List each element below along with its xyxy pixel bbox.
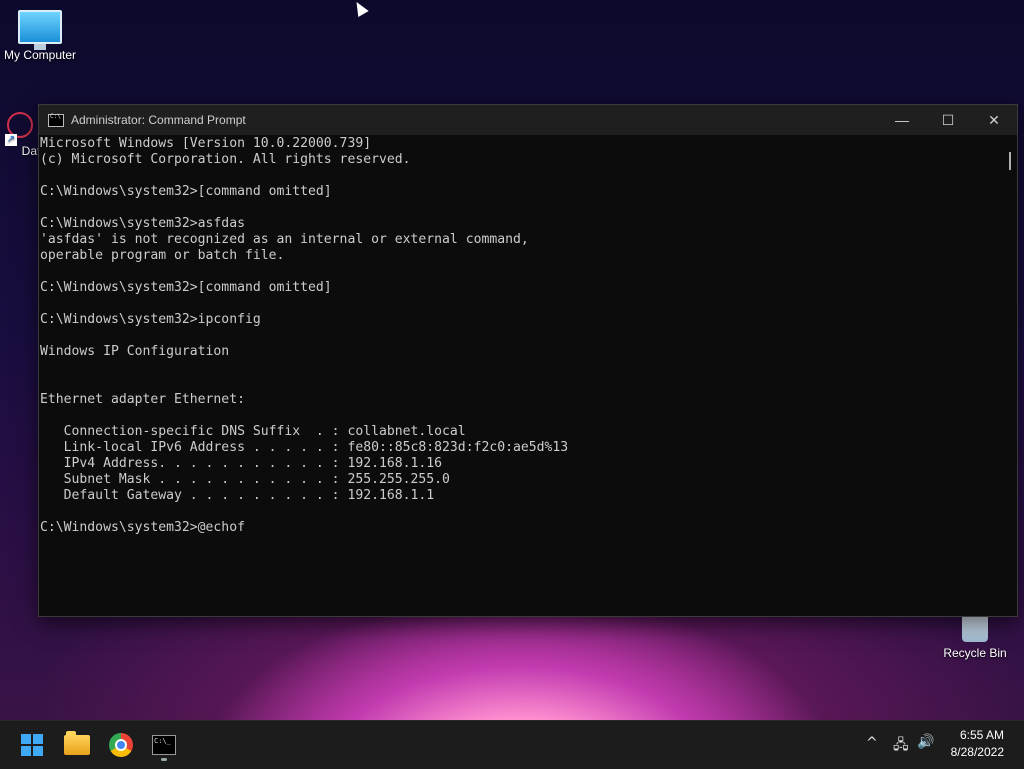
mouse-cursor-icon <box>351 0 369 18</box>
taskbar: C:\_ ^ 🖧 🔊 <box>0 720 1024 769</box>
dataw-icon: ↗ <box>5 110 35 146</box>
clock-time: 6:55 AM <box>959 728 1004 742</box>
desktop-icon-label: Recycle Bin <box>943 646 1007 660</box>
maximize-button[interactable]: ☐ <box>925 105 971 135</box>
vertical-scrollbar[interactable] <box>1005 136 1017 616</box>
cmd-app-icon <box>48 113 64 127</box>
window-title: Administrator: Command Prompt <box>71 113 246 127</box>
terminal-icon: C:\_ <box>152 735 176 755</box>
console-output[interactable]: Microsoft Windows [Version 10.0.22000.73… <box>39 136 1005 616</box>
chrome-icon <box>109 733 133 757</box>
windows-logo-icon <box>21 734 43 756</box>
minimize-button[interactable]: — <box>879 105 925 135</box>
desktop-icon-recycle-bin[interactable]: Recycle Bin <box>935 612 1015 660</box>
computer-icon <box>18 10 62 50</box>
close-button[interactable]: ✕ <box>971 105 1017 135</box>
network-icon[interactable]: 🖧 <box>893 734 909 758</box>
clock-date: 8/28/2022 <box>950 745 1004 759</box>
taskbar-chrome[interactable] <box>105 729 137 761</box>
taskbar-file-explorer[interactable] <box>61 729 93 761</box>
volume-icon[interactable]: 🔊 <box>917 734 934 750</box>
folder-icon <box>64 731 90 755</box>
start-button[interactable] <box>16 729 48 761</box>
window-titlebar[interactable]: Administrator: Command Prompt — ☐ ✕ <box>39 105 1017 135</box>
desktop-icon-label: My Computer <box>3 48 77 62</box>
show-hidden-icons-chevron-icon[interactable]: ^ <box>866 735 878 751</box>
scrollbar-thumb[interactable] <box>1009 152 1011 170</box>
active-app-indicator <box>161 758 167 761</box>
desktop-icon-my-computer[interactable]: My Computer <box>0 10 80 62</box>
taskbar-command-prompt[interactable]: C:\_ <box>148 729 180 761</box>
taskbar-clock[interactable]: 6:55 AM 8/28/2022 <box>951 727 1004 761</box>
command-prompt-window[interactable]: Administrator: Command Prompt — ☐ ✕ Micr… <box>38 104 1018 617</box>
